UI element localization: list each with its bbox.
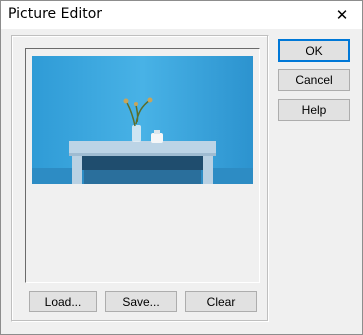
title-bar: Picture Editor ✕ (1, 1, 362, 29)
ok-button[interactable]: OK (278, 39, 350, 62)
close-button[interactable]: ✕ (322, 1, 362, 29)
picture-frame (25, 48, 260, 283)
load-button[interactable]: Load... (29, 291, 97, 312)
close-icon: ✕ (335, 6, 349, 24)
picture-editor-dialog: Picture Editor ✕ Load... Save... Clear O… (0, 0, 363, 335)
save-button[interactable]: Save... (105, 291, 177, 312)
help-button[interactable]: Help (278, 99, 350, 121)
picture-preview-image (32, 56, 253, 184)
blue-wall-table-photo (32, 56, 253, 184)
dialog-title: Picture Editor (8, 6, 103, 22)
cancel-button[interactable]: Cancel (278, 69, 350, 91)
clear-button[interactable]: Clear (185, 291, 257, 312)
